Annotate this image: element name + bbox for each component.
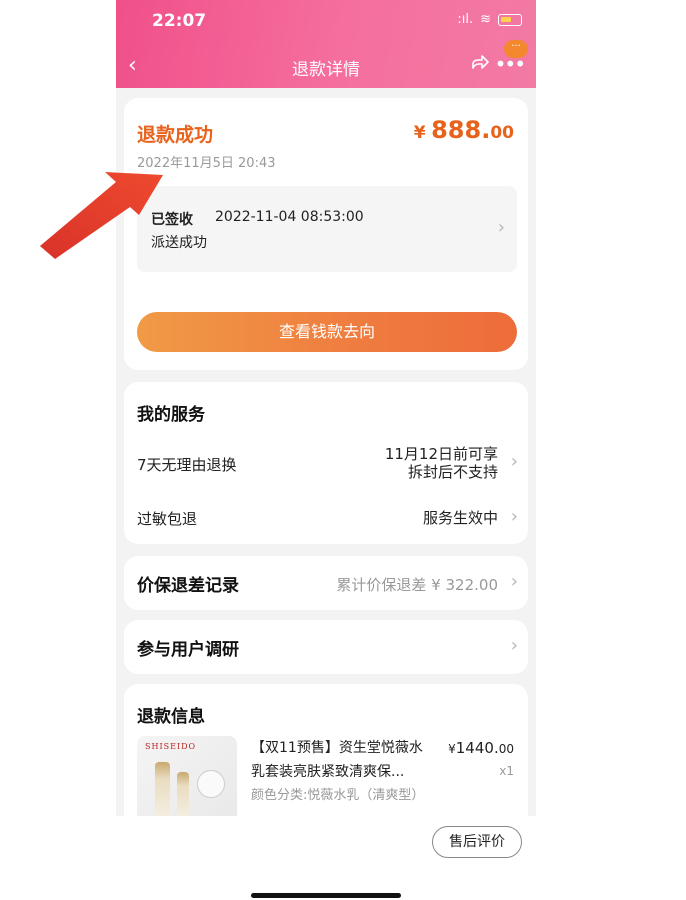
logistics-time: 2022-11-04 08:53:00 — [215, 209, 364, 225]
refund-info-card: 退款信息 SHISEIDO 【双11预售】资生堂悦薇水乳套装亮肤紧致清爽保...… — [124, 684, 528, 816]
currency-symbol: ¥ — [413, 123, 426, 143]
more-icon: ••• — [494, 52, 526, 76]
bottom-bar — [0, 816, 686, 900]
price-decimal: 00 — [498, 742, 514, 756]
amount-main: 888. — [431, 116, 491, 144]
refund-info-title: 退款信息 — [137, 707, 205, 727]
service-value: 11月12日前可享 拆封后不支持 — [385, 445, 498, 481]
amount-decimal: 00 — [490, 123, 514, 143]
product-image: SHISEIDO — [137, 736, 237, 816]
price-protection-value: 累计价保退差 ¥ 322.00 — [336, 576, 498, 594]
home-indicator[interactable] — [251, 893, 401, 898]
price-main: 1440. — [455, 739, 499, 757]
survey-row[interactable]: 参与用户调研 › — [124, 620, 528, 674]
product-name: 【双11预售】资生堂悦薇水乳套装亮肤紧致清爽保... — [251, 740, 423, 780]
product-price: ¥1440.00 — [448, 738, 514, 757]
service-label: 7天无理由退换 — [137, 456, 237, 474]
logistics-description: 派送成功 — [151, 235, 207, 251]
services-title: 我的服务 — [137, 405, 205, 425]
wifi-icon: ≋ — [480, 12, 491, 27]
bottle-small — [177, 772, 189, 816]
battery-icon — [498, 13, 522, 26]
service-value-line: 11月12日前可享 — [384, 445, 498, 463]
signal-icon: :ıl. — [457, 12, 474, 27]
share-button[interactable] — [470, 54, 490, 79]
service-value: 服务生效中 — [422, 509, 498, 527]
price-protection-row[interactable]: 价保退差记录 累计价保退差 ¥ 322.00 › — [124, 556, 528, 610]
header-bar: 22:07 :ıl. ≋ ··· ‹ 退款详情 ••• — [116, 0, 536, 88]
survey-label: 参与用户调研 — [137, 640, 239, 660]
product-quantity: x1 — [499, 764, 514, 778]
product-spec: 颜色分类:悦薇水乳（清爽型） — [251, 788, 425, 803]
refund-time: 2022年11月5日 20:43 — [137, 156, 276, 171]
service-value-line: 拆封后不支持 — [407, 463, 498, 481]
service-label: 过敏包退 — [137, 510, 198, 528]
logistics-panel[interactable]: 已签收 2022-11-04 08:53:00 派送成功 › — [137, 186, 517, 272]
view-money-flow-button[interactable]: 查看钱款去向 — [137, 312, 517, 352]
chevron-right-icon: › — [510, 451, 518, 472]
chevron-right-icon: › — [510, 635, 518, 656]
app-screen: 22:07 :ıl. ≋ ··· ‹ 退款详情 ••• 退款成功 ¥ 888.0… — [116, 0, 536, 816]
status-time: 22:07 — [152, 11, 207, 31]
chevron-right-icon: › — [510, 571, 518, 592]
refund-amount: ¥ 888.00 — [414, 116, 514, 144]
after-sale-review-button[interactable]: 售后评价 — [432, 826, 522, 858]
status-icons: :ıl. ≋ — [457, 12, 522, 27]
product-jar — [197, 770, 225, 798]
chevron-right-icon: › — [510, 506, 518, 527]
refund-status-text: 退款成功 — [137, 124, 214, 146]
price-protection-label: 价保退差记录 — [137, 576, 239, 596]
services-card: 我的服务 7天无理由退换 11月12日前可享 拆封后不支持 › 过敏包退 服务生… — [124, 382, 528, 544]
bottle-large — [155, 762, 170, 816]
share-icon — [472, 55, 489, 69]
more-button[interactable]: ••• — [494, 52, 526, 76]
logistics-status: 已签收 — [151, 212, 193, 228]
price-symbol: ¥ — [448, 742, 456, 756]
product-brand: SHISEIDO — [145, 742, 197, 751]
chevron-right-icon: › — [497, 217, 505, 238]
refund-status-card: 退款成功 ¥ 888.00 2022年11月5日 20:43 已签收 2022-… — [124, 98, 528, 370]
